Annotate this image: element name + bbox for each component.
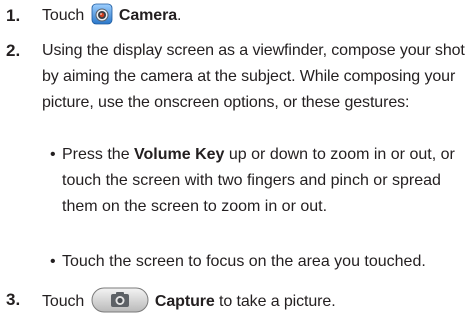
step-text-before: Touch	[42, 293, 85, 310]
step-text-before: Touch	[42, 7, 85, 24]
bullet-text: Press the Volume Key up or down to zoom …	[50, 142, 462, 220]
bullet-item: • Touch the screen to focus on the area …	[50, 249, 462, 275]
step-number: 1.	[6, 6, 21, 25]
bullet-text-before: Press the	[62, 146, 130, 163]
capture-button-icon	[91, 287, 149, 313]
instructions-page: 1. Touch Camera. 2. Using the display sc…	[0, 0, 472, 319]
camera-app-icon	[91, 3, 113, 25]
bullet-text: Touch the screen to focus on the area yo…	[62, 253, 426, 270]
step-text: Touch Capture to take a picture.	[42, 287, 466, 315]
step-number: 3.	[6, 290, 21, 309]
step-text-bold: Capture	[154, 293, 215, 310]
step-text-after: to take a picture.	[219, 293, 336, 310]
bullet-glyph: •	[50, 253, 56, 270]
step-text: Using the display screen as a viewfinder…	[42, 42, 465, 111]
step-text: Touch Camera.	[42, 3, 466, 29]
bullet-item: • Press the Volume Key up or down to zoo…	[50, 142, 462, 220]
bullet-glyph: •	[50, 146, 56, 163]
bullet-text-bold: Volume Key	[134, 146, 225, 163]
step-text-bold: Camera	[118, 7, 178, 24]
step-text-after: .	[177, 7, 182, 24]
step-number: 2.	[6, 41, 21, 60]
